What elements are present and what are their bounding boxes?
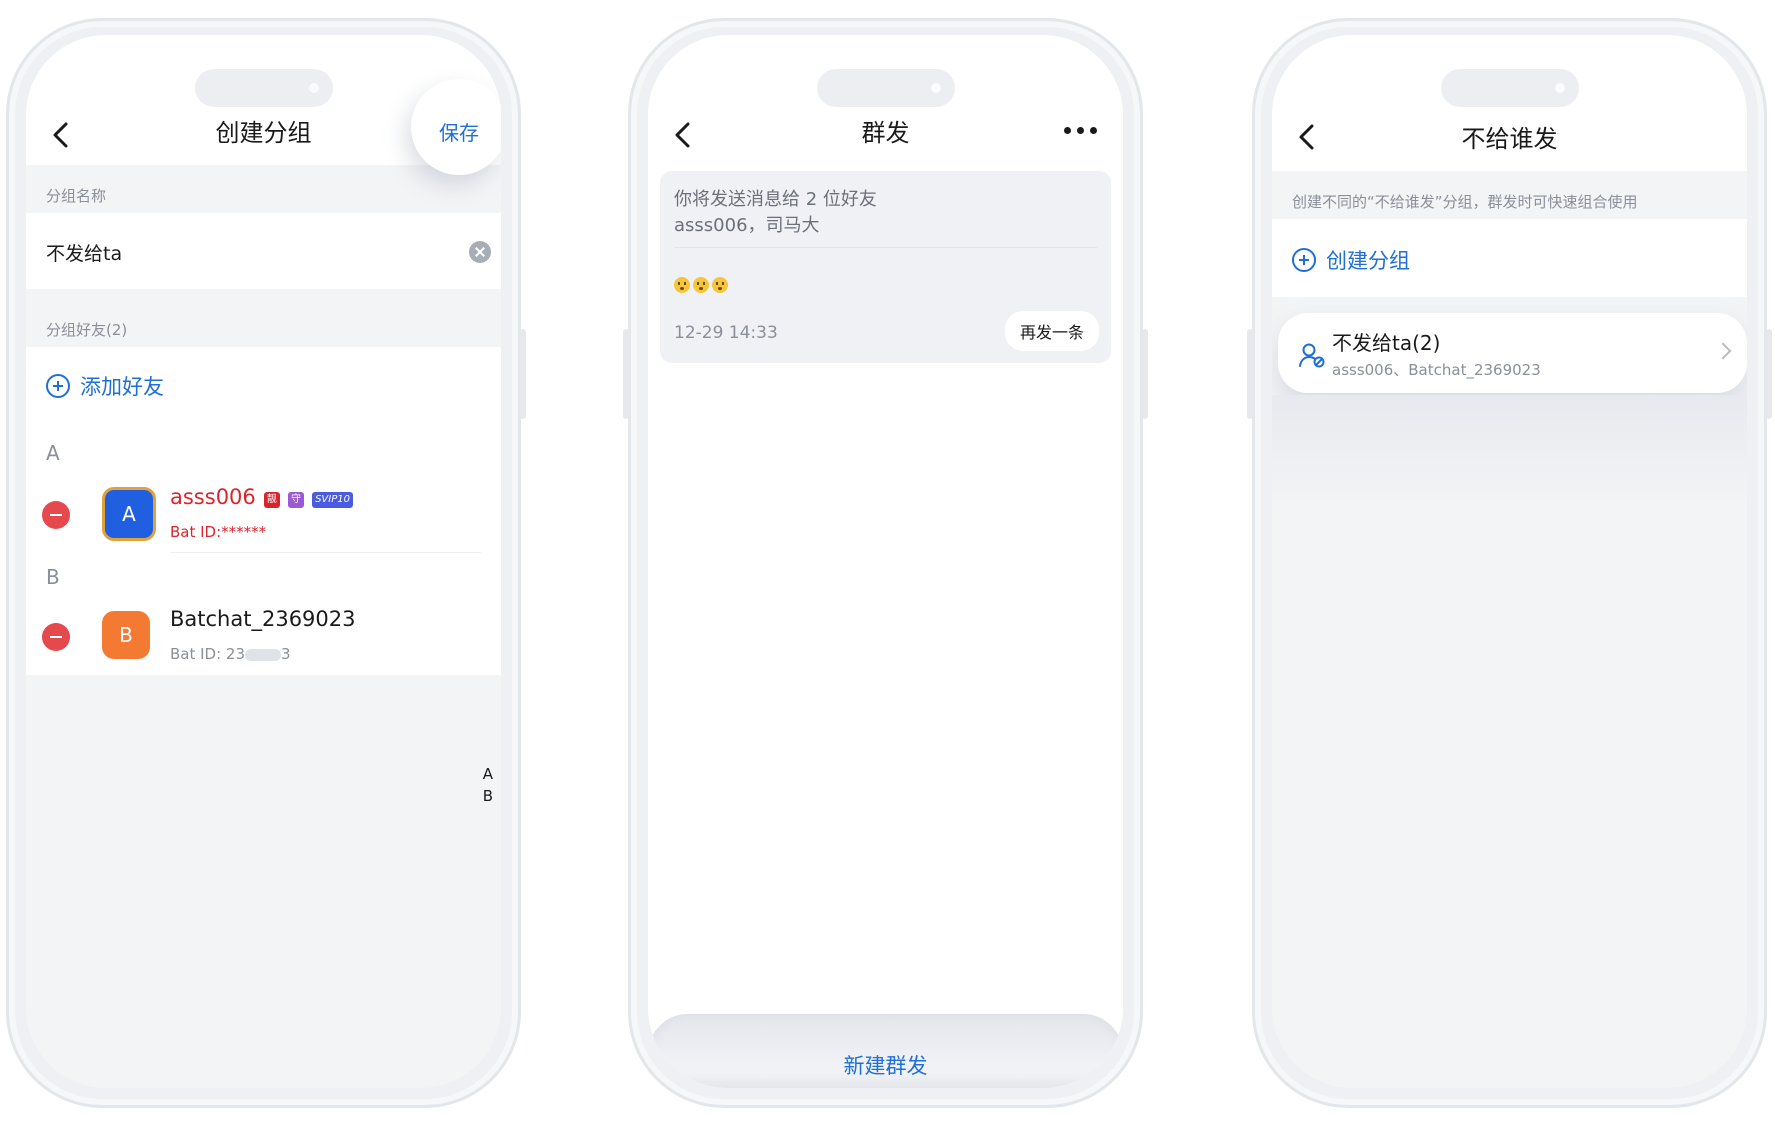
new-broadcast-button[interactable]: 新建群发: [648, 1050, 1123, 1080]
avatar: A: [102, 487, 156, 541]
phone-side-button: [1247, 329, 1253, 419]
group-name-label: 分组名称: [46, 187, 107, 205]
group-name-input[interactable]: 不发给ta: [46, 239, 122, 266]
contact-name: asss006: [170, 485, 256, 509]
phone-exclude-list: 不给谁发 创建不同的“不给谁发”分组，群发时可快速组合使用 创建分组 不发给ta…: [1247, 18, 1772, 1108]
save-button[interactable]: 保存: [439, 117, 479, 146]
row-divider: [170, 552, 481, 553]
emoji-icon: [712, 277, 728, 293]
members-list: 添加好友 A A asss006 靓 守 SVIP10 Bat ID:*****…: [26, 347, 501, 675]
badge-shou: 守: [287, 491, 304, 508]
message-timestamp: 12-29 14:33: [674, 323, 778, 343]
exclude-group-item[interactable]: 不发给ta(2) asss006、Batchat_2369023: [1278, 313, 1747, 393]
contact-name: Batchat_2369023: [170, 607, 356, 631]
badge-liang: 靓: [263, 491, 280, 508]
emoji-icon: [693, 277, 709, 293]
alpha-index-a[interactable]: A: [483, 763, 493, 785]
alpha-index-b[interactable]: B: [483, 785, 493, 807]
blurred-digits: [245, 648, 282, 661]
screen-exclude-list: 不给谁发 创建不同的“不给谁发”分组，群发时可快速组合使用 创建分组 不发给ta…: [1272, 35, 1747, 1088]
card-divider: [674, 247, 1097, 248]
emoji-icon: [674, 277, 690, 293]
page-title: 不给谁发: [1461, 125, 1558, 153]
phone-create-group: 创建分组 保存 分组名称 不发给ta 分组好友(2) 添加好友 A A asss: [6, 18, 526, 1108]
page-title: 群发: [861, 119, 910, 147]
remove-member-icon[interactable]: [42, 501, 70, 529]
dynamic-island: [194, 69, 333, 107]
dynamic-island: [816, 69, 955, 107]
resend-button[interactable]: 再发一条: [1004, 311, 1099, 351]
alpha-index-bar[interactable]: A B: [483, 763, 493, 807]
index-header-b: B: [46, 565, 60, 589]
add-circle-icon: [1292, 248, 1316, 272]
recipients-names: asss006，司马大: [674, 215, 820, 236]
remove-member-icon[interactable]: [42, 623, 70, 651]
add-friend-label: 添加好友: [80, 375, 164, 399]
add-circle-icon: [46, 374, 70, 398]
dynamic-island: [1440, 69, 1579, 107]
recipients-summary: 你将发送消息给 2 位好友: [674, 189, 877, 210]
create-group-row[interactable]: 创建分组: [1272, 219, 1747, 297]
chevron-right-icon: [1714, 342, 1732, 360]
add-friend-button[interactable]: 添加好友: [46, 371, 164, 401]
contact-bat-id: Bat ID:******: [170, 523, 267, 541]
group-members: asss006、Batchat_2369023: [1332, 361, 1541, 379]
clear-input-icon[interactable]: [469, 241, 491, 263]
phone-side-button: [1766, 329, 1772, 419]
phone-side-button: [623, 329, 629, 419]
group-members-label: 分组好友(2): [46, 321, 128, 339]
bottom-action-bar: 新建群发: [648, 1014, 1123, 1088]
group-person-icon: [1299, 343, 1325, 368]
contact-bat-id: Bat ID: 23 3: [170, 645, 291, 663]
group-name-row: 不发给ta: [26, 213, 501, 289]
phone-broadcast: 群发 你将发送消息给 2 位好友 asss006，司马大 12-29 14:33…: [623, 18, 1148, 1108]
broadcast-message-card[interactable]: 你将发送消息给 2 位好友 asss006，司马大 12-29 14:33 再发…: [660, 171, 1111, 363]
message-content: [674, 277, 731, 297]
phone-side-button: [520, 329, 526, 419]
exclude-hint: 创建不同的“不给谁发”分组，群发时可快速组合使用: [1292, 193, 1638, 211]
contact-row[interactable]: B Batchat_2369023 Bat ID: 23 3: [26, 595, 501, 675]
create-group-label: 创建分组: [1326, 249, 1410, 273]
screen-create-group: 创建分组 保存 分组名称 不发给ta 分组好友(2) 添加好友 A A asss: [26, 35, 501, 1088]
more-options-icon[interactable]: [1064, 127, 1097, 134]
card-shadow-area: [1272, 395, 1747, 505]
group-name: 不发给ta(2): [1332, 331, 1441, 355]
phone-side-button: [1142, 329, 1148, 419]
avatar: B: [102, 611, 150, 659]
contact-row[interactable]: A asss006 靓 守 SVIP10 Bat ID:******: [26, 473, 501, 553]
index-header-a: A: [46, 441, 60, 465]
screen-broadcast: 群发 你将发送消息给 2 位好友 asss006，司马大 12-29 14:33…: [648, 35, 1123, 1088]
badge-svip: SVIP10: [312, 491, 353, 508]
